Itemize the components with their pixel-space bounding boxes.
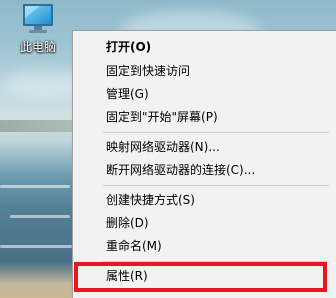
desktop-icon-label: 此电脑 [19,40,56,54]
properties-highlight-box [74,262,327,292]
menu-separator [103,185,329,186]
menu-item-pin-start[interactable]: 固定到"开始"屏幕(P) [73,107,336,128]
menu-item-open[interactable]: 打开(O) [73,37,336,58]
monitor-icon [23,4,53,33]
menu-item-rename[interactable]: 重命名(M) [73,236,336,257]
menu-item-create-shortcut[interactable]: 创建快捷方式(S) [73,190,336,211]
menu-separator [103,132,329,133]
context-menu: 打开(O) 固定到快速访问 管理(G) 固定到"开始"屏幕(P) 映射网络驱动器… [72,30,336,298]
wave [0,245,72,248]
menu-item-disconnect-network-drive[interactable]: 断开网络驱动器的连接(C)... [73,160,336,181]
wave [0,185,70,188]
menu-item-pin-quick-access[interactable]: 固定到快速访问 [73,61,336,82]
desktop-icon-this-pc[interactable]: 此电脑 [8,0,68,68]
menu-item-delete[interactable]: 删除(D) [73,213,336,234]
wave [10,215,70,218]
menu-item-map-network-drive[interactable]: 映射网络驱动器(N)... [73,137,336,158]
menu-item-manage[interactable]: 管理(G) [73,84,336,105]
